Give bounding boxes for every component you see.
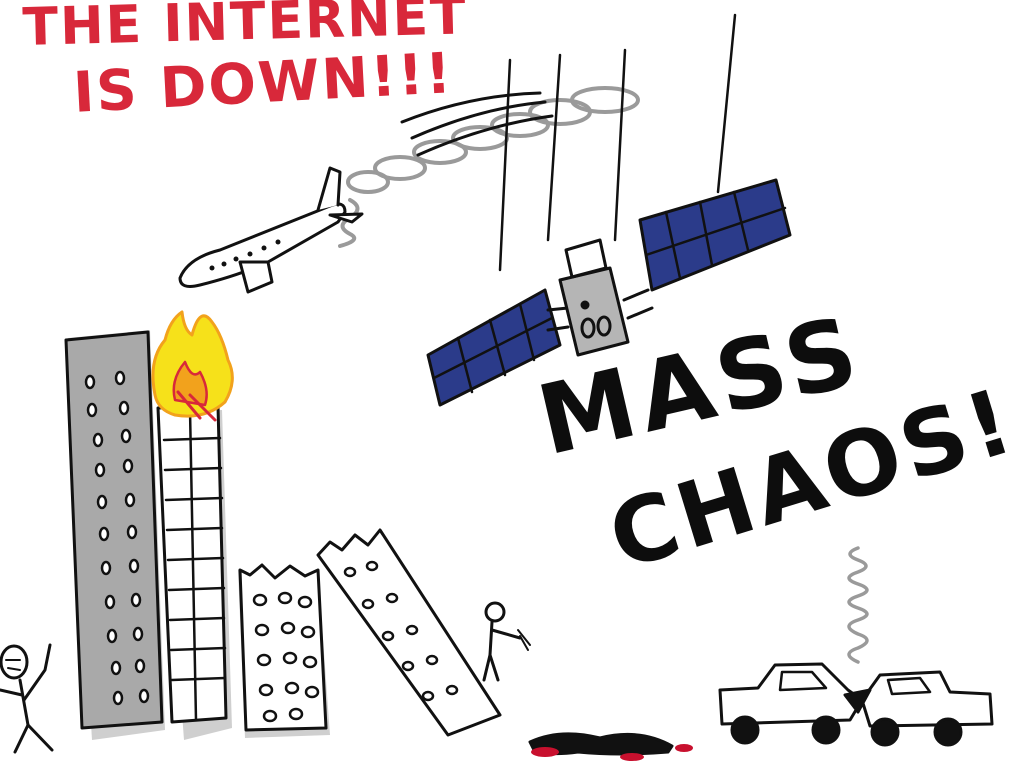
satellite-body [546,238,654,357]
ground-debris [528,732,693,761]
toppling-building [316,528,502,737]
crashed-cars [718,546,994,747]
broken-building [238,563,330,738]
panicking-stick-figure [0,643,54,754]
airplane-body [178,166,364,294]
satellite-solar-panel-right [638,178,792,292]
car-smoke [847,546,869,664]
fire-icon [151,310,234,422]
tall-gray-building [64,330,165,740]
burning-tower [151,310,234,740]
falling-stick-figure [482,601,531,682]
